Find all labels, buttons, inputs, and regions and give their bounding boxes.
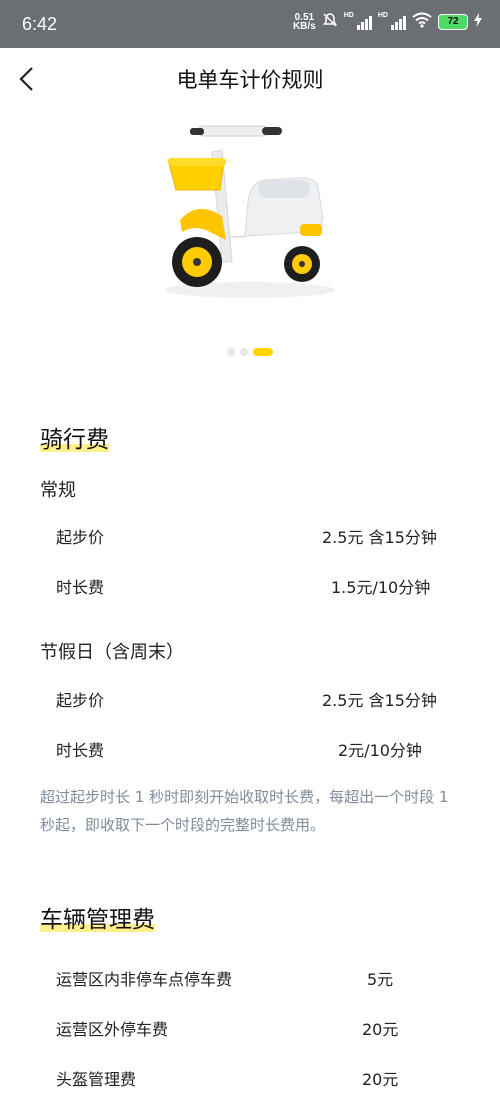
hd-label-2: HD: [377, 12, 388, 19]
fee-row: 头盔管理费 20元: [56, 1066, 460, 1090]
fee-row: 运营区外停车费 20元: [56, 1016, 460, 1040]
fee-value: 1.5元/10分钟: [331, 578, 431, 597]
nav-bar: 电单车计价规则: [0, 48, 500, 110]
fee-row: 运营区内非停车点停车费 5元: [56, 966, 460, 990]
fee-label: 起步价: [56, 691, 105, 710]
scooter-image: [150, 112, 350, 302]
fee-note: 超过起步时长 1 秒时即刻开始收取时长费，每超出一个时段 1 秒起，即收取下一个…: [40, 788, 449, 834]
charging-icon: [474, 13, 482, 30]
carousel-dot-active[interactable]: [253, 348, 273, 356]
fee-label: 起步价: [56, 528, 105, 547]
fee-row: 时长费 1.5元/10分钟: [56, 574, 460, 598]
fee-label: 运营区外停车费: [56, 1020, 169, 1039]
fee-label: 运营区内非停车点停车费: [56, 970, 233, 989]
fee-value: 20元: [362, 1020, 399, 1039]
fee-row: 时长费 2元/10分钟: [56, 737, 460, 761]
fee-value: 20元: [362, 1070, 399, 1089]
mute-bell-icon: [322, 12, 338, 31]
fee-row: 起步价 2.5元 含15分钟: [56, 524, 460, 548]
page-title: 电单车计价规则: [176, 68, 324, 92]
signal-icon-2: [391, 14, 406, 30]
carousel-dot[interactable]: [227, 348, 235, 356]
status-bar: 6:42 0.51 KB/s HD HD 72: [0, 0, 500, 48]
subhead-regular: 常规: [40, 480, 76, 501]
status-time: 6:42: [22, 14, 58, 34]
fee-label: 头盔管理费: [56, 1070, 137, 1089]
network-speed: 0.51 KB/s: [292, 11, 316, 32]
carousel-indicators: [0, 348, 500, 356]
carousel-dot[interactable]: [240, 348, 248, 356]
status-icons: 0.51 KB/s HD HD 72: [293, 12, 482, 31]
fee-label: 时长费: [56, 741, 105, 760]
section-title-riding-fee: 骑行费: [40, 420, 109, 454]
signal-icon: [356, 14, 372, 30]
hd-label: HD: [343, 12, 354, 19]
fee-row: 起步价 2.5元 含15分钟: [56, 687, 460, 711]
section-title-management-fee: 车辆管理费: [40, 900, 155, 934]
fee-value: 5元: [367, 970, 394, 989]
wifi-icon: [412, 12, 432, 31]
battery-indicator: 72: [438, 13, 468, 30]
fee-value: 2.5元 含15分钟: [322, 528, 437, 547]
fee-value: 2元/10分钟: [338, 741, 422, 760]
subhead-holiday: 节假日（含周末）: [40, 642, 184, 663]
fee-label: 时长费: [56, 578, 105, 597]
fee-value: 2.5元 含15分钟: [322, 691, 437, 710]
